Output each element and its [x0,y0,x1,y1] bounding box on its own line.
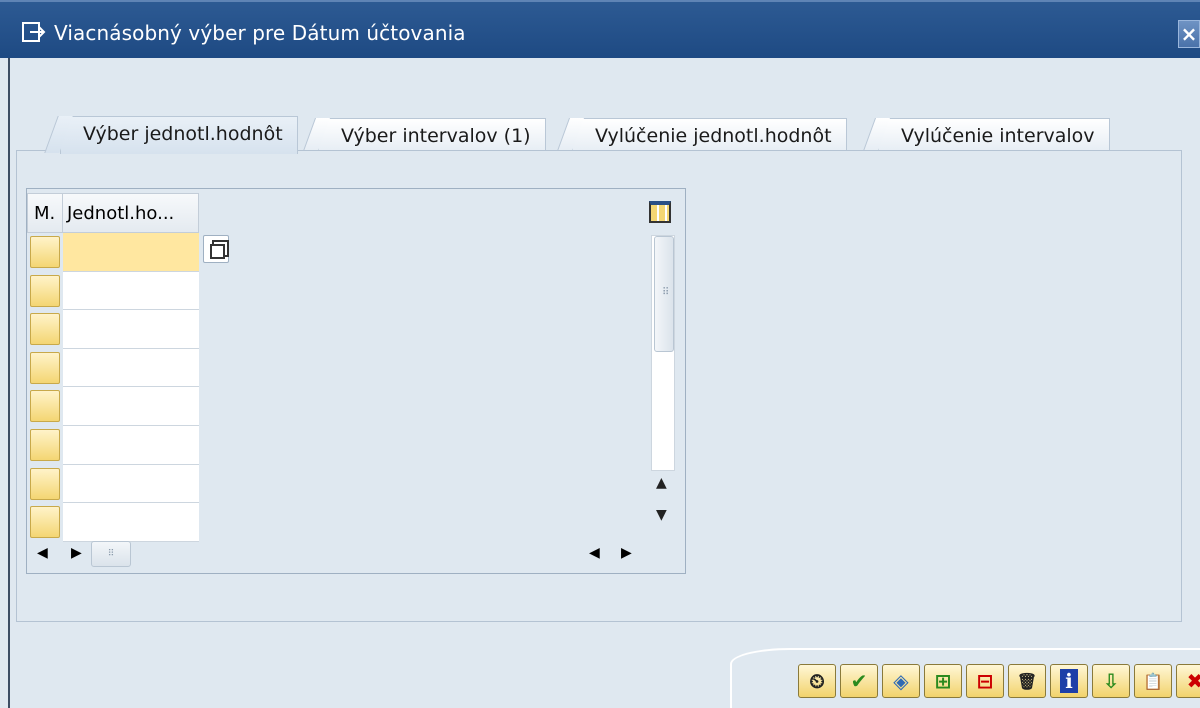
value-cell[interactable] [63,271,199,311]
column-scroll-left-icon[interactable]: ◀ [589,545,600,561]
tab-single-values[interactable]: Výber jednotl.hodnôt [60,116,298,154]
insert-row-button[interactable]: ⊞ [924,664,962,698]
scroll-track[interactable]: ⠿ [651,235,675,471]
check-icon: ✔ [850,669,868,693]
value-cell[interactable] [63,503,199,542]
multiple-selection-icon: ◈ [893,669,909,693]
value-cell[interactable] [63,348,199,388]
tab-exclude-ranges[interactable]: Vylúčenie intervalov [878,118,1110,152]
insert-row-icon: ⊞ [934,669,952,693]
table-row [27,310,199,349]
table-row [27,503,199,542]
window-icon [22,22,46,44]
row-selector[interactable] [27,272,63,311]
tab-exclude-single-values[interactable]: Vylúčenie jednotl.hodnôt [572,118,847,152]
value-cell[interactable] [63,425,199,465]
multiple-selection-button[interactable]: ◈ [882,664,920,698]
table-row [27,271,199,311]
vertical-scrollbar[interactable]: ⠿ ▲ ▼ [651,235,675,543]
horizontal-scrollbar[interactable]: ◀ ▶ ⠿ ◀ ▶ [33,539,643,569]
column-header-mark[interactable]: M. [27,193,63,233]
scroll-down-icon[interactable]: ▼ [656,507,667,523]
execute-button[interactable]: ⏲ [798,664,836,698]
table-row [27,348,199,388]
trash-icon: 🗑 [1016,671,1038,691]
info-button[interactable]: ℹ [1050,664,1088,698]
import-button[interactable]: ⇩ [1092,664,1130,698]
scroll-thumb[interactable]: ⠿ [654,236,674,352]
row-selector[interactable] [27,310,63,349]
execute-icon: ⏲ [809,669,825,693]
table-header: M. Jednotl.ho... [27,193,199,233]
value-cell[interactable] [63,233,199,272]
value-cell[interactable] [63,464,199,504]
delete-row-icon: ⊟ [976,669,994,693]
column-scroll-right-icon[interactable]: ▶ [621,545,632,561]
info-icon: ℹ [1060,669,1078,693]
clipboard-button[interactable]: 📋 [1134,664,1172,698]
scroll-thumb-horizontal[interactable]: ⠿ [91,541,131,567]
value-cell[interactable] [63,310,199,349]
clipboard-icon: 📋 [1143,671,1163,691]
table-rows [27,233,199,542]
confirm-button[interactable]: ✔ [840,664,878,698]
row-selector[interactable] [27,387,63,426]
table-row [27,425,199,465]
delete-all-button[interactable]: 🗑 [1008,664,1046,698]
cancel-button[interactable]: ✖ [1176,664,1200,698]
cancel-icon: ✖ [1186,669,1200,693]
row-selector[interactable] [27,465,63,504]
row-selector[interactable] [27,426,63,465]
table-row [27,464,199,504]
row-selector[interactable] [27,233,63,272]
column-layout-icon[interactable] [649,201,671,223]
import-icon: ⇩ [1102,669,1120,693]
column-header-single-value[interactable]: Jednotl.ho... [63,193,199,233]
window-titlebar: Viacnásobný výber pre Dátum účtovania × [0,0,1200,58]
scroll-up-icon[interactable]: ▲ [656,475,667,491]
tab-ranges[interactable]: Výber intervalov (1) [318,118,546,152]
row-selector[interactable] [27,349,63,388]
values-table: M. Jednotl.ho... ⠿ ▲ ▼ ◀ ▶ ⠿ ◀ ▶ [26,188,686,574]
window-title: Viacnásobný výber pre Dátum účtovania [54,21,466,45]
table-row [27,387,199,426]
table-row [27,233,199,272]
close-button[interactable]: × [1178,20,1200,48]
value-cell[interactable] [63,387,199,426]
scroll-right-icon[interactable]: ▶ [71,545,82,561]
scroll-left-icon[interactable]: ◀ [37,545,48,561]
value-help-button[interactable] [203,235,229,263]
action-toolbar: ⏲ ✔ ◈ ⊞ ⊟ 🗑 ℹ ⇩ 📋 ✖ [798,664,1200,698]
row-selector[interactable] [27,503,63,542]
delete-row-button[interactable]: ⊟ [966,664,1004,698]
